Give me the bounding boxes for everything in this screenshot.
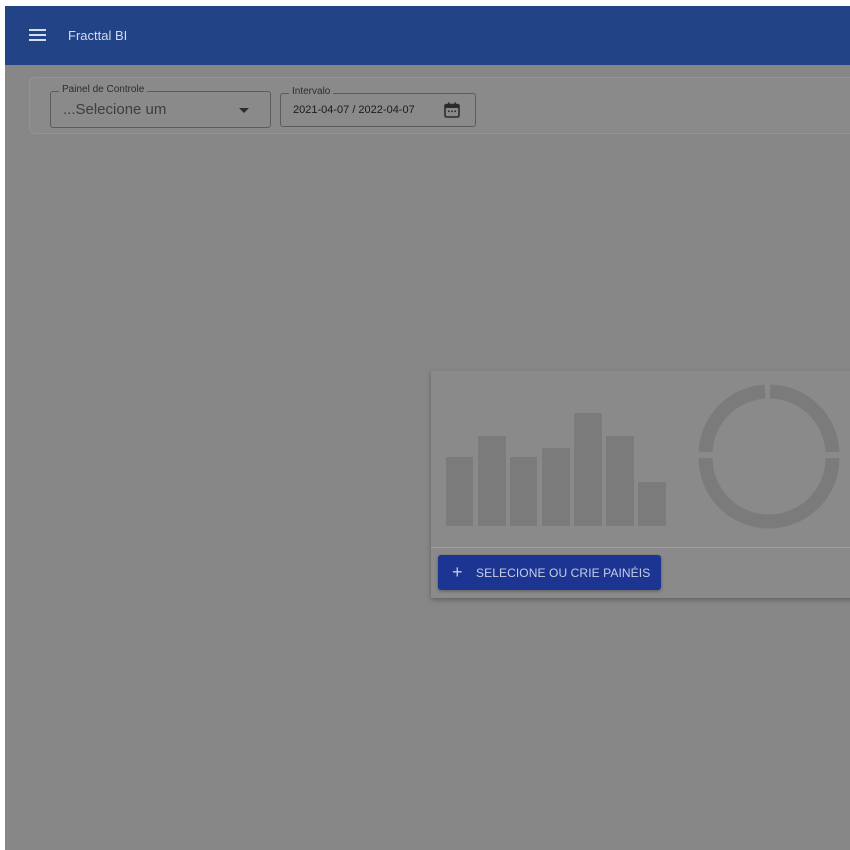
dashboard-select[interactable]: Painel de Controle ...Selecione um	[50, 84, 271, 128]
plus-icon: +	[452, 562, 463, 582]
placeholder-bar	[606, 436, 634, 526]
filter-bar: Painel de Controle ...Selecione um Inter…	[29, 77, 850, 134]
date-range-field[interactable]: Intervalo 2021-04-07 / 2022-04-07	[280, 86, 476, 127]
dashboard-select-value: ...Selecione um	[63, 101, 167, 118]
placeholder-bars	[446, 413, 666, 526]
placeholder-bar	[638, 482, 666, 526]
date-range-value: 2021-04-07 / 2022-04-07	[293, 104, 415, 116]
top-app-bar: Fracttal BI	[5, 6, 850, 65]
placeholder-bar	[478, 436, 506, 526]
select-or-create-dashboards-label: SELECIONE OU CRIE PAINÉIS	[476, 566, 651, 580]
placeholder-bar	[542, 448, 570, 526]
app-title: Fracttal BI	[68, 28, 128, 43]
placeholder-bar	[510, 457, 537, 526]
empty-state-card: + SELECIONE OU CRIE PAINÉIS	[431, 371, 850, 598]
dropdown-arrow-icon[interactable]	[239, 108, 249, 113]
select-or-create-dashboards-button[interactable]: + SELECIONE OU CRIE PAINÉIS	[438, 555, 661, 590]
placeholder-donut	[698, 384, 840, 529]
hamburger-menu-icon[interactable]	[27, 25, 49, 47]
placeholder-bar	[574, 413, 602, 526]
placeholder-bar	[446, 457, 473, 526]
app-window: Fracttal BI Painel de Controle ...Seleci…	[5, 6, 850, 850]
card-divider	[431, 547, 850, 548]
dashboard-placeholder-illustration	[446, 384, 840, 529]
dashboard-select-label: Painel de Controle	[59, 84, 148, 95]
date-range-label: Intervalo	[289, 86, 334, 97]
calendar-icon[interactable]	[443, 101, 461, 119]
